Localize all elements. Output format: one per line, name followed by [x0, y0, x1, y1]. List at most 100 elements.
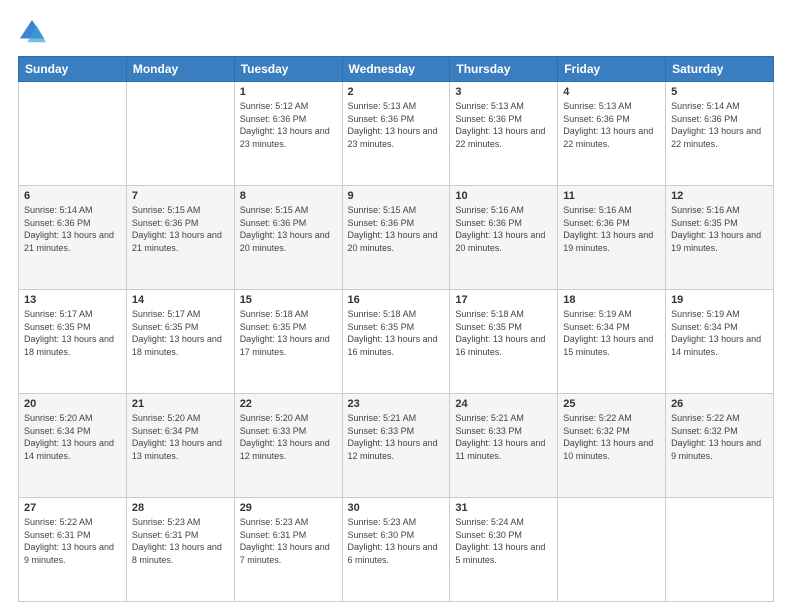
day-info: Sunrise: 5:20 AM Sunset: 6:34 PM Dayligh…: [132, 412, 229, 462]
day-number: 19: [671, 294, 768, 306]
day-number: 23: [348, 398, 445, 410]
day-number: 28: [132, 502, 229, 514]
day-number: 4: [563, 86, 660, 98]
day-number: 5: [671, 86, 768, 98]
header: [18, 18, 774, 46]
day-info: Sunrise: 5:13 AM Sunset: 6:36 PM Dayligh…: [348, 100, 445, 150]
day-info: Sunrise: 5:22 AM Sunset: 6:32 PM Dayligh…: [563, 412, 660, 462]
calendar-cell: 8 Sunrise: 5:15 AM Sunset: 6:36 PM Daylig…: [234, 186, 342, 290]
calendar-table: SundayMondayTuesdayWednesdayThursdayFrid…: [18, 56, 774, 602]
calendar-cell: [19, 82, 127, 186]
calendar-cell: 19 Sunrise: 5:19 AM Sunset: 6:34 PM Dayli…: [666, 290, 774, 394]
day-number: 31: [455, 502, 552, 514]
day-number: 6: [24, 190, 121, 202]
day-number: 21: [132, 398, 229, 410]
day-info: Sunrise: 5:13 AM Sunset: 6:36 PM Dayligh…: [455, 100, 552, 150]
day-info: Sunrise: 5:23 AM Sunset: 6:31 PM Dayligh…: [132, 516, 229, 566]
calendar-cell: 21 Sunrise: 5:20 AM Sunset: 6:34 PM Dayli…: [126, 394, 234, 498]
day-number: 9: [348, 190, 445, 202]
day-number: 16: [348, 294, 445, 306]
calendar-cell: 5 Sunrise: 5:14 AM Sunset: 6:36 PM Daylig…: [666, 82, 774, 186]
day-number: 20: [24, 398, 121, 410]
weekday-header-thursday: Thursday: [450, 57, 558, 82]
calendar-cell: 6 Sunrise: 5:14 AM Sunset: 6:36 PM Daylig…: [19, 186, 127, 290]
weekday-header-tuesday: Tuesday: [234, 57, 342, 82]
weekday-header-row: SundayMondayTuesdayWednesdayThursdayFrid…: [19, 57, 774, 82]
day-info: Sunrise: 5:17 AM Sunset: 6:35 PM Dayligh…: [132, 308, 229, 358]
day-number: 8: [240, 190, 337, 202]
day-info: Sunrise: 5:12 AM Sunset: 6:36 PM Dayligh…: [240, 100, 337, 150]
weekday-header-sunday: Sunday: [19, 57, 127, 82]
day-info: Sunrise: 5:18 AM Sunset: 6:35 PM Dayligh…: [348, 308, 445, 358]
weekday-header-monday: Monday: [126, 57, 234, 82]
day-info: Sunrise: 5:14 AM Sunset: 6:36 PM Dayligh…: [24, 204, 121, 254]
day-info: Sunrise: 5:23 AM Sunset: 6:30 PM Dayligh…: [348, 516, 445, 566]
calendar-cell: 9 Sunrise: 5:15 AM Sunset: 6:36 PM Daylig…: [342, 186, 450, 290]
day-info: Sunrise: 5:14 AM Sunset: 6:36 PM Dayligh…: [671, 100, 768, 150]
logo-icon: [18, 18, 46, 46]
day-number: 2: [348, 86, 445, 98]
day-info: Sunrise: 5:16 AM Sunset: 6:36 PM Dayligh…: [563, 204, 660, 254]
calendar-cell: 15Sunrise: 5:18 AM Sunset: 6:35 PM Dayli…: [234, 290, 342, 394]
day-info: Sunrise: 5:18 AM Sunset: 6:35 PM Dayligh…: [240, 308, 337, 358]
day-number: 26: [671, 398, 768, 410]
day-number: 24: [455, 398, 552, 410]
calendar-week-row-5: 27 Sunrise: 5:22 AM Sunset: 6:31 PM Dayli…: [19, 498, 774, 602]
calendar-cell: [666, 498, 774, 602]
calendar-cell: 2 Sunrise: 5:13 AM Sunset: 6:36 PM Daylig…: [342, 82, 450, 186]
calendar-week-row-2: 6 Sunrise: 5:14 AM Sunset: 6:36 PM Daylig…: [19, 186, 774, 290]
calendar-cell: 18 Sunrise: 5:19 AM Sunset: 6:34 PM Dayli…: [558, 290, 666, 394]
calendar-week-row-3: 13 Sunrise: 5:17 AM Sunset: 6:35 PM Dayli…: [19, 290, 774, 394]
day-number: 18: [563, 294, 660, 306]
day-number: 30: [348, 502, 445, 514]
calendar-cell: 31 Sunrise: 5:24 AM Sunset: 6:30 PM Dayli…: [450, 498, 558, 602]
day-number: 10: [455, 190, 552, 202]
day-info: Sunrise: 5:20 AM Sunset: 6:33 PM Dayligh…: [240, 412, 337, 462]
calendar-cell: 22Sunrise: 5:20 AM Sunset: 6:33 PM Dayli…: [234, 394, 342, 498]
day-info: Sunrise: 5:21 AM Sunset: 6:33 PM Dayligh…: [455, 412, 552, 462]
calendar-cell: 13Sunrise: 5:17 AM Sunset: 6:35 PM Dayli…: [19, 290, 127, 394]
calendar-cell: 30 Sunrise: 5:23 AM Sunset: 6:30 PM Dayli…: [342, 498, 450, 602]
calendar-week-row-4: 20 Sunrise: 5:20 AM Sunset: 6:34 PM Dayli…: [19, 394, 774, 498]
day-info: Sunrise: 5:16 AM Sunset: 6:35 PM Dayligh…: [671, 204, 768, 254]
calendar-cell: [126, 82, 234, 186]
weekday-header-friday: Friday: [558, 57, 666, 82]
day-info: Sunrise: 5:24 AM Sunset: 6:30 PM Dayligh…: [455, 516, 552, 566]
day-info: Sunrise: 5:22 AM Sunset: 6:31 PM Dayligh…: [24, 516, 121, 566]
calendar-cell: 10Sunrise: 5:16 AM Sunset: 6:36 PM Dayli…: [450, 186, 558, 290]
day-number: 11: [563, 190, 660, 202]
day-info: Sunrise: 5:19 AM Sunset: 6:34 PM Dayligh…: [671, 308, 768, 358]
day-number: 25: [563, 398, 660, 410]
calendar-week-row-1: 1Sunrise: 5:12 AM Sunset: 6:36 PM Daylig…: [19, 82, 774, 186]
calendar-cell: 23 Sunrise: 5:21 AM Sunset: 6:33 PM Dayli…: [342, 394, 450, 498]
day-info: Sunrise: 5:23 AM Sunset: 6:31 PM Dayligh…: [240, 516, 337, 566]
day-number: 29: [240, 502, 337, 514]
day-info: Sunrise: 5:15 AM Sunset: 6:36 PM Dayligh…: [348, 204, 445, 254]
calendar-cell: 7 Sunrise: 5:15 AM Sunset: 6:36 PM Daylig…: [126, 186, 234, 290]
day-number: 17: [455, 294, 552, 306]
calendar-cell: 27 Sunrise: 5:22 AM Sunset: 6:31 PM Dayli…: [19, 498, 127, 602]
calendar-cell: 1Sunrise: 5:12 AM Sunset: 6:36 PM Daylig…: [234, 82, 342, 186]
calendar-cell: 12 Sunrise: 5:16 AM Sunset: 6:35 PM Dayli…: [666, 186, 774, 290]
calendar-cell: 24 Sunrise: 5:21 AM Sunset: 6:33 PM Dayli…: [450, 394, 558, 498]
day-info: Sunrise: 5:21 AM Sunset: 6:33 PM Dayligh…: [348, 412, 445, 462]
day-info: Sunrise: 5:20 AM Sunset: 6:34 PM Dayligh…: [24, 412, 121, 462]
day-info: Sunrise: 5:19 AM Sunset: 6:34 PM Dayligh…: [563, 308, 660, 358]
day-info: Sunrise: 5:15 AM Sunset: 6:36 PM Dayligh…: [132, 204, 229, 254]
day-number: 3: [455, 86, 552, 98]
weekday-header-wednesday: Wednesday: [342, 57, 450, 82]
day-number: 12: [671, 190, 768, 202]
calendar-cell: 11 Sunrise: 5:16 AM Sunset: 6:36 PM Dayli…: [558, 186, 666, 290]
calendar-cell: 14Sunrise: 5:17 AM Sunset: 6:35 PM Dayli…: [126, 290, 234, 394]
day-number: 13: [24, 294, 121, 306]
day-number: 7: [132, 190, 229, 202]
day-number: 27: [24, 502, 121, 514]
day-info: Sunrise: 5:15 AM Sunset: 6:36 PM Dayligh…: [240, 204, 337, 254]
day-info: Sunrise: 5:22 AM Sunset: 6:32 PM Dayligh…: [671, 412, 768, 462]
calendar-cell: 25 Sunrise: 5:22 AM Sunset: 6:32 PM Dayli…: [558, 394, 666, 498]
calendar-cell: 26 Sunrise: 5:22 AM Sunset: 6:32 PM Dayli…: [666, 394, 774, 498]
calendar-cell: 17Sunrise: 5:18 AM Sunset: 6:35 PM Dayli…: [450, 290, 558, 394]
calendar-cell: 20 Sunrise: 5:20 AM Sunset: 6:34 PM Dayli…: [19, 394, 127, 498]
logo: [18, 18, 50, 46]
day-info: Sunrise: 5:13 AM Sunset: 6:36 PM Dayligh…: [563, 100, 660, 150]
